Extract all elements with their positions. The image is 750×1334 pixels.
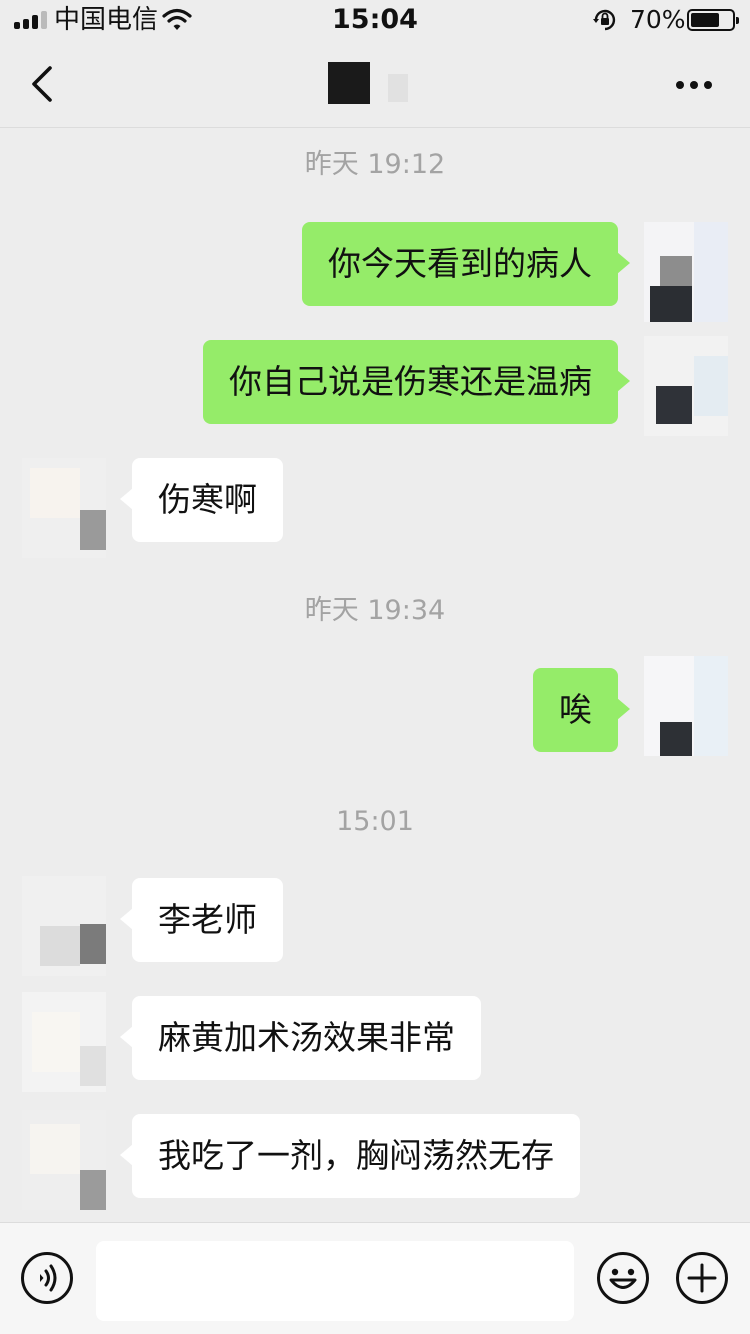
voice-icon[interactable] [20, 1251, 74, 1305]
battery-icon [687, 9, 739, 31]
rotation-lock-icon [593, 9, 616, 31]
chat-header [0, 40, 750, 128]
contact-name-blur [388, 74, 408, 102]
received-message[interactable]: 我吃了一剂，胸闷荡然无存 [120, 1114, 580, 1198]
sent-message[interactable]: 唉 [533, 668, 630, 752]
sent-message[interactable]: 你自己说是伤寒还是温病 [203, 340, 630, 424]
battery-percentage: 70% [630, 5, 686, 34]
timestamp: 昨天 19:12 [304, 149, 446, 180]
avatar[interactable] [22, 1110, 106, 1210]
contact-name-redacted [328, 62, 370, 104]
plus-icon[interactable] [675, 1251, 729, 1305]
received-message[interactable]: 麻黄加术汤效果非常 [120, 996, 481, 1080]
input-bar [0, 1222, 750, 1334]
timestamp: 15:01 [336, 806, 414, 837]
timestamp: 昨天 19:34 [304, 595, 446, 626]
received-message[interactable]: 伤寒啊 [120, 458, 283, 542]
emoji-icon[interactable] [596, 1251, 650, 1305]
status-bar: 中国电信 15:04 70% [0, 0, 750, 40]
avatar[interactable] [644, 656, 728, 756]
avatar[interactable] [644, 336, 728, 436]
more-dots-icon[interactable] [670, 76, 720, 92]
received-message[interactable]: 李老师 [120, 878, 283, 962]
avatar[interactable] [22, 876, 106, 976]
message-input[interactable] [96, 1241, 574, 1321]
avatar[interactable] [22, 458, 106, 558]
avatar[interactable] [644, 222, 728, 322]
avatar[interactable] [22, 992, 106, 1092]
chevron-left-icon[interactable] [22, 62, 62, 106]
sent-message[interactable]: 你今天看到的病人 [302, 222, 630, 306]
